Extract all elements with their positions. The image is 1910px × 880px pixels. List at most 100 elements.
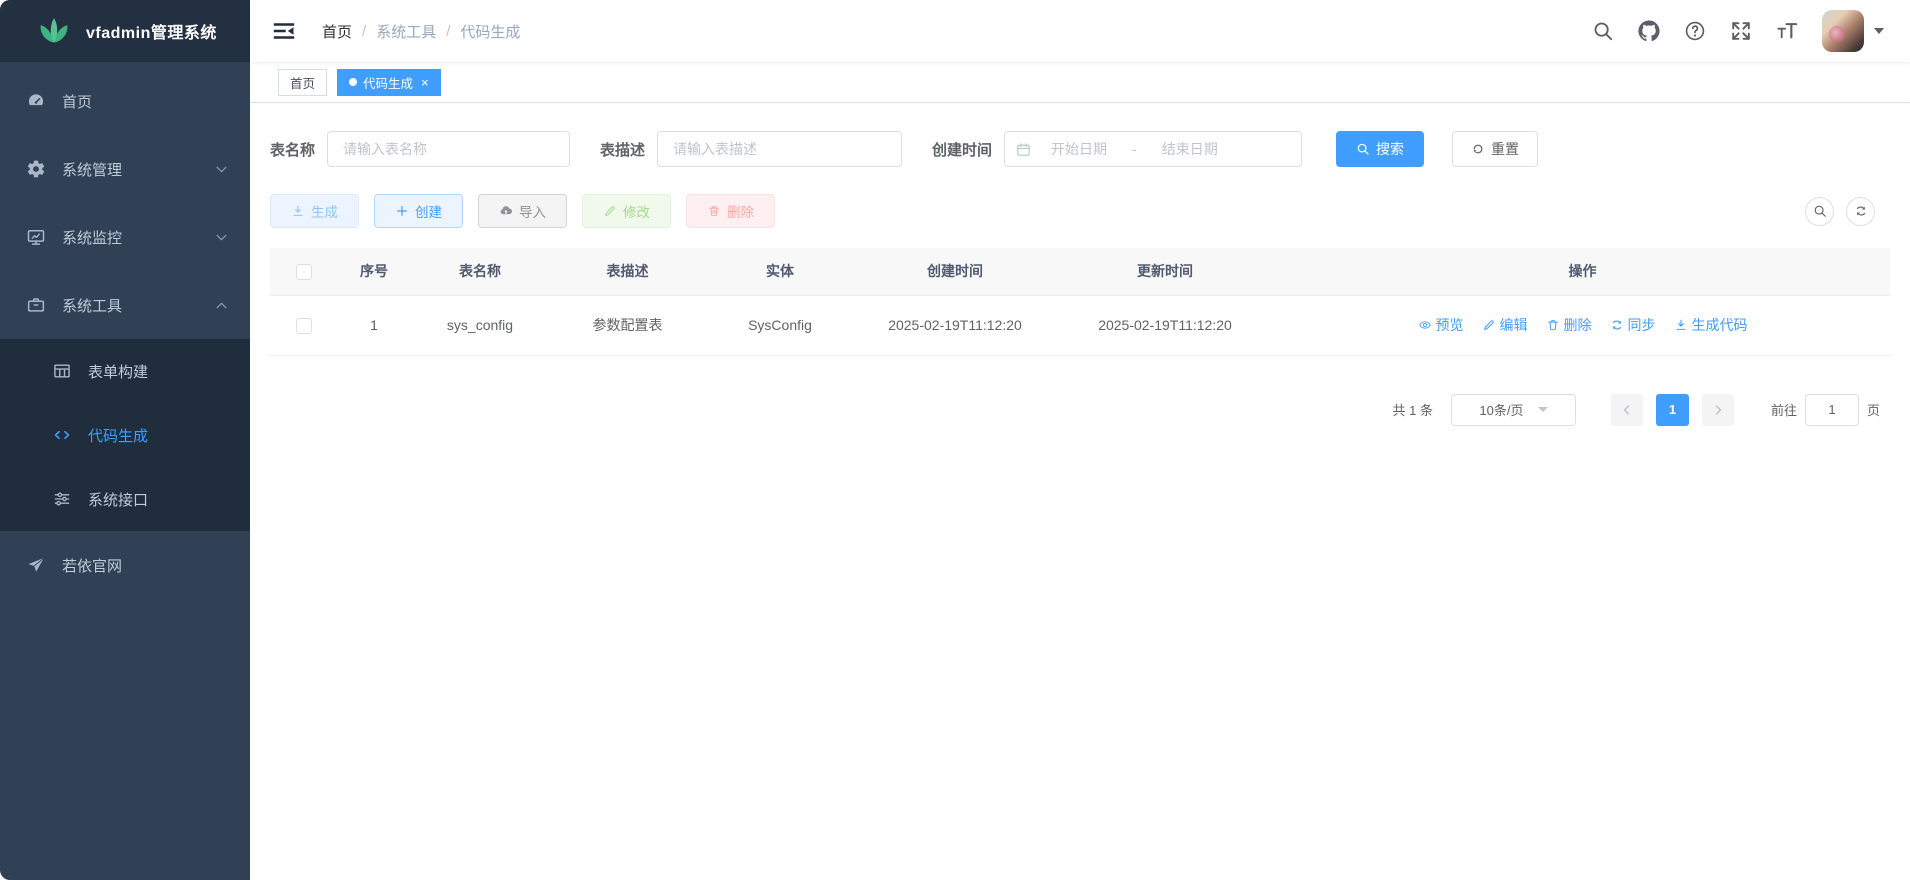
caret-down-icon bbox=[1874, 28, 1884, 34]
tag-label: 首页 bbox=[290, 73, 315, 92]
sidebar-item-label: 系统工具 bbox=[62, 295, 122, 316]
create-time-label: 创建时间 bbox=[932, 139, 992, 160]
search-button[interactable]: 搜索 bbox=[1336, 131, 1424, 167]
start-date-input[interactable] bbox=[1036, 141, 1122, 157]
header-entity: 实体 bbox=[705, 248, 855, 295]
next-page-button[interactable] bbox=[1702, 394, 1734, 426]
search-form: 表名称 表描述 创建时间 - bbox=[270, 131, 1890, 167]
breadcrumb-separator: / bbox=[362, 23, 366, 40]
reset-button-label: 重置 bbox=[1491, 139, 1519, 159]
reset-button[interactable]: 重置 bbox=[1452, 131, 1538, 167]
user-dropdown[interactable] bbox=[1822, 10, 1884, 52]
sync-icon bbox=[1610, 318, 1624, 332]
date-range-picker[interactable]: - bbox=[1004, 131, 1302, 167]
top-navbar: 首页 / 系统工具 / 代码生成 bbox=[250, 0, 1910, 62]
breadcrumb-current: 代码生成 bbox=[460, 21, 520, 42]
user-avatar[interactable] bbox=[1822, 10, 1864, 52]
tags-view-bar: 首页 代码生成 × bbox=[250, 62, 1910, 103]
plant-logo-icon bbox=[36, 13, 72, 49]
generate-code-link-label: 生成代码 bbox=[1692, 315, 1748, 335]
import-button-label: 导入 bbox=[519, 201, 546, 221]
sidebar-item-code-generation[interactable]: 代码生成 bbox=[0, 403, 250, 467]
sidebar-item-label: 代码生成 bbox=[88, 425, 148, 446]
sync-link[interactable]: 同步 bbox=[1610, 315, 1656, 335]
chevron-right-icon bbox=[1712, 404, 1724, 416]
preview-link-label: 预览 bbox=[1436, 315, 1464, 335]
goto-page-input[interactable] bbox=[1805, 394, 1859, 426]
table-row: 1 sys_config 参数配置表 SysConfig 2025-02-19T… bbox=[270, 295, 1890, 355]
tag-code-generation[interactable]: 代码生成 × bbox=[337, 69, 441, 96]
edit-button[interactable]: 修改 bbox=[582, 194, 671, 228]
tag-home[interactable]: 首页 bbox=[278, 69, 327, 96]
sidebar-item-form-builder[interactable]: 表单构建 bbox=[0, 339, 250, 403]
fullscreen-icon[interactable] bbox=[1730, 20, 1752, 42]
sidebar-item-label: 系统接口 bbox=[88, 489, 148, 510]
refresh-table-button[interactable] bbox=[1846, 197, 1875, 226]
eye-icon bbox=[1418, 318, 1432, 332]
create-button-label: 创建 bbox=[415, 201, 442, 221]
cell-table-desc: 参数配置表 bbox=[550, 295, 705, 355]
main-area: 首页 / 系统工具 / 代码生成 bbox=[250, 0, 1910, 880]
sidebar-item-system-monitor[interactable]: 系统监控 bbox=[0, 203, 250, 271]
dashboard-icon bbox=[26, 91, 46, 111]
search-button-label: 搜索 bbox=[1376, 139, 1404, 159]
form-item-table-desc: 表描述 bbox=[600, 131, 902, 167]
table-header-row: 序号 表名称 表描述 实体 创建时间 更新时间 操作 bbox=[270, 248, 1890, 295]
table-desc-input[interactable] bbox=[657, 131, 902, 167]
table-toolbar: 生成 创建 导入 修改 删除 bbox=[270, 194, 1890, 228]
sidebar-item-system-api[interactable]: 系统接口 bbox=[0, 467, 250, 531]
page-unit-label: 页 bbox=[1867, 400, 1880, 419]
table-desc-label: 表描述 bbox=[600, 139, 645, 160]
active-tag-dot-icon bbox=[349, 78, 357, 86]
sidebar-item-system-manage[interactable]: 系统管理 bbox=[0, 135, 250, 203]
header-created: 创建时间 bbox=[855, 248, 1055, 295]
cell-table-name: sys_config bbox=[410, 295, 550, 355]
sidebar-item-system-tools[interactable]: 系统工具 bbox=[0, 271, 250, 339]
sidebar-item-label: 首页 bbox=[62, 91, 92, 112]
prev-page-button[interactable] bbox=[1611, 394, 1643, 426]
font-size-icon[interactable] bbox=[1776, 20, 1798, 42]
sidebar-toggle-icon[interactable] bbox=[272, 19, 296, 43]
import-button[interactable]: 导入 bbox=[478, 194, 567, 228]
form-grid-icon bbox=[52, 361, 72, 381]
form-item-create-time: 创建时间 - bbox=[932, 131, 1302, 167]
sidebar-menu: 首页 系统管理 系统监控 bbox=[0, 62, 250, 880]
generate-button-label: 生成 bbox=[311, 201, 338, 221]
generate-code-link[interactable]: 生成代码 bbox=[1674, 315, 1748, 335]
select-all-checkbox[interactable] bbox=[296, 264, 312, 280]
generate-button[interactable]: 生成 bbox=[270, 194, 359, 228]
sidebar-item-home[interactable]: 首页 bbox=[0, 67, 250, 135]
delete-button[interactable]: 删除 bbox=[686, 194, 775, 228]
delete-button-label: 删除 bbox=[727, 201, 754, 221]
delete-link-label: 删除 bbox=[1564, 315, 1592, 335]
toggle-search-button[interactable] bbox=[1805, 197, 1834, 226]
cell-index: 1 bbox=[338, 295, 410, 355]
github-icon[interactable] bbox=[1638, 20, 1660, 42]
delete-link[interactable]: 删除 bbox=[1546, 315, 1592, 335]
close-icon[interactable]: × bbox=[421, 76, 429, 89]
preview-link[interactable]: 预览 bbox=[1418, 315, 1464, 335]
chevron-down-icon bbox=[1538, 407, 1548, 412]
table-name-label: 表名称 bbox=[270, 139, 315, 160]
sidebar-item-official-site[interactable]: 若依官网 bbox=[0, 531, 250, 599]
gen-table: 序号 表名称 表描述 实体 创建时间 更新时间 操作 1 sys_config bbox=[270, 248, 1890, 356]
breadcrumb-home[interactable]: 首页 bbox=[322, 21, 352, 42]
code-icon bbox=[52, 425, 72, 445]
create-button[interactable]: 创建 bbox=[374, 194, 463, 228]
search-icon[interactable] bbox=[1592, 20, 1614, 42]
app-window: vfadmin管理系统 首页 系统管理 bbox=[0, 0, 1910, 880]
help-icon[interactable] bbox=[1684, 20, 1706, 42]
edit-link[interactable]: 编辑 bbox=[1482, 315, 1528, 335]
end-date-input[interactable] bbox=[1147, 141, 1233, 157]
table-name-input[interactable] bbox=[327, 131, 570, 167]
page-number-1[interactable]: 1 bbox=[1656, 394, 1689, 426]
header-index: 序号 bbox=[338, 248, 410, 295]
breadcrumb-system-tools: 系统工具 bbox=[376, 21, 436, 42]
row-checkbox[interactable] bbox=[296, 318, 312, 334]
app-logo[interactable]: vfadmin管理系统 bbox=[0, 0, 250, 62]
page-size-select[interactable]: 10条/页 bbox=[1451, 394, 1576, 426]
download-icon bbox=[1674, 318, 1688, 332]
trash-icon bbox=[1546, 318, 1560, 332]
chevron-down-icon bbox=[215, 231, 228, 244]
gear-icon bbox=[26, 159, 46, 179]
